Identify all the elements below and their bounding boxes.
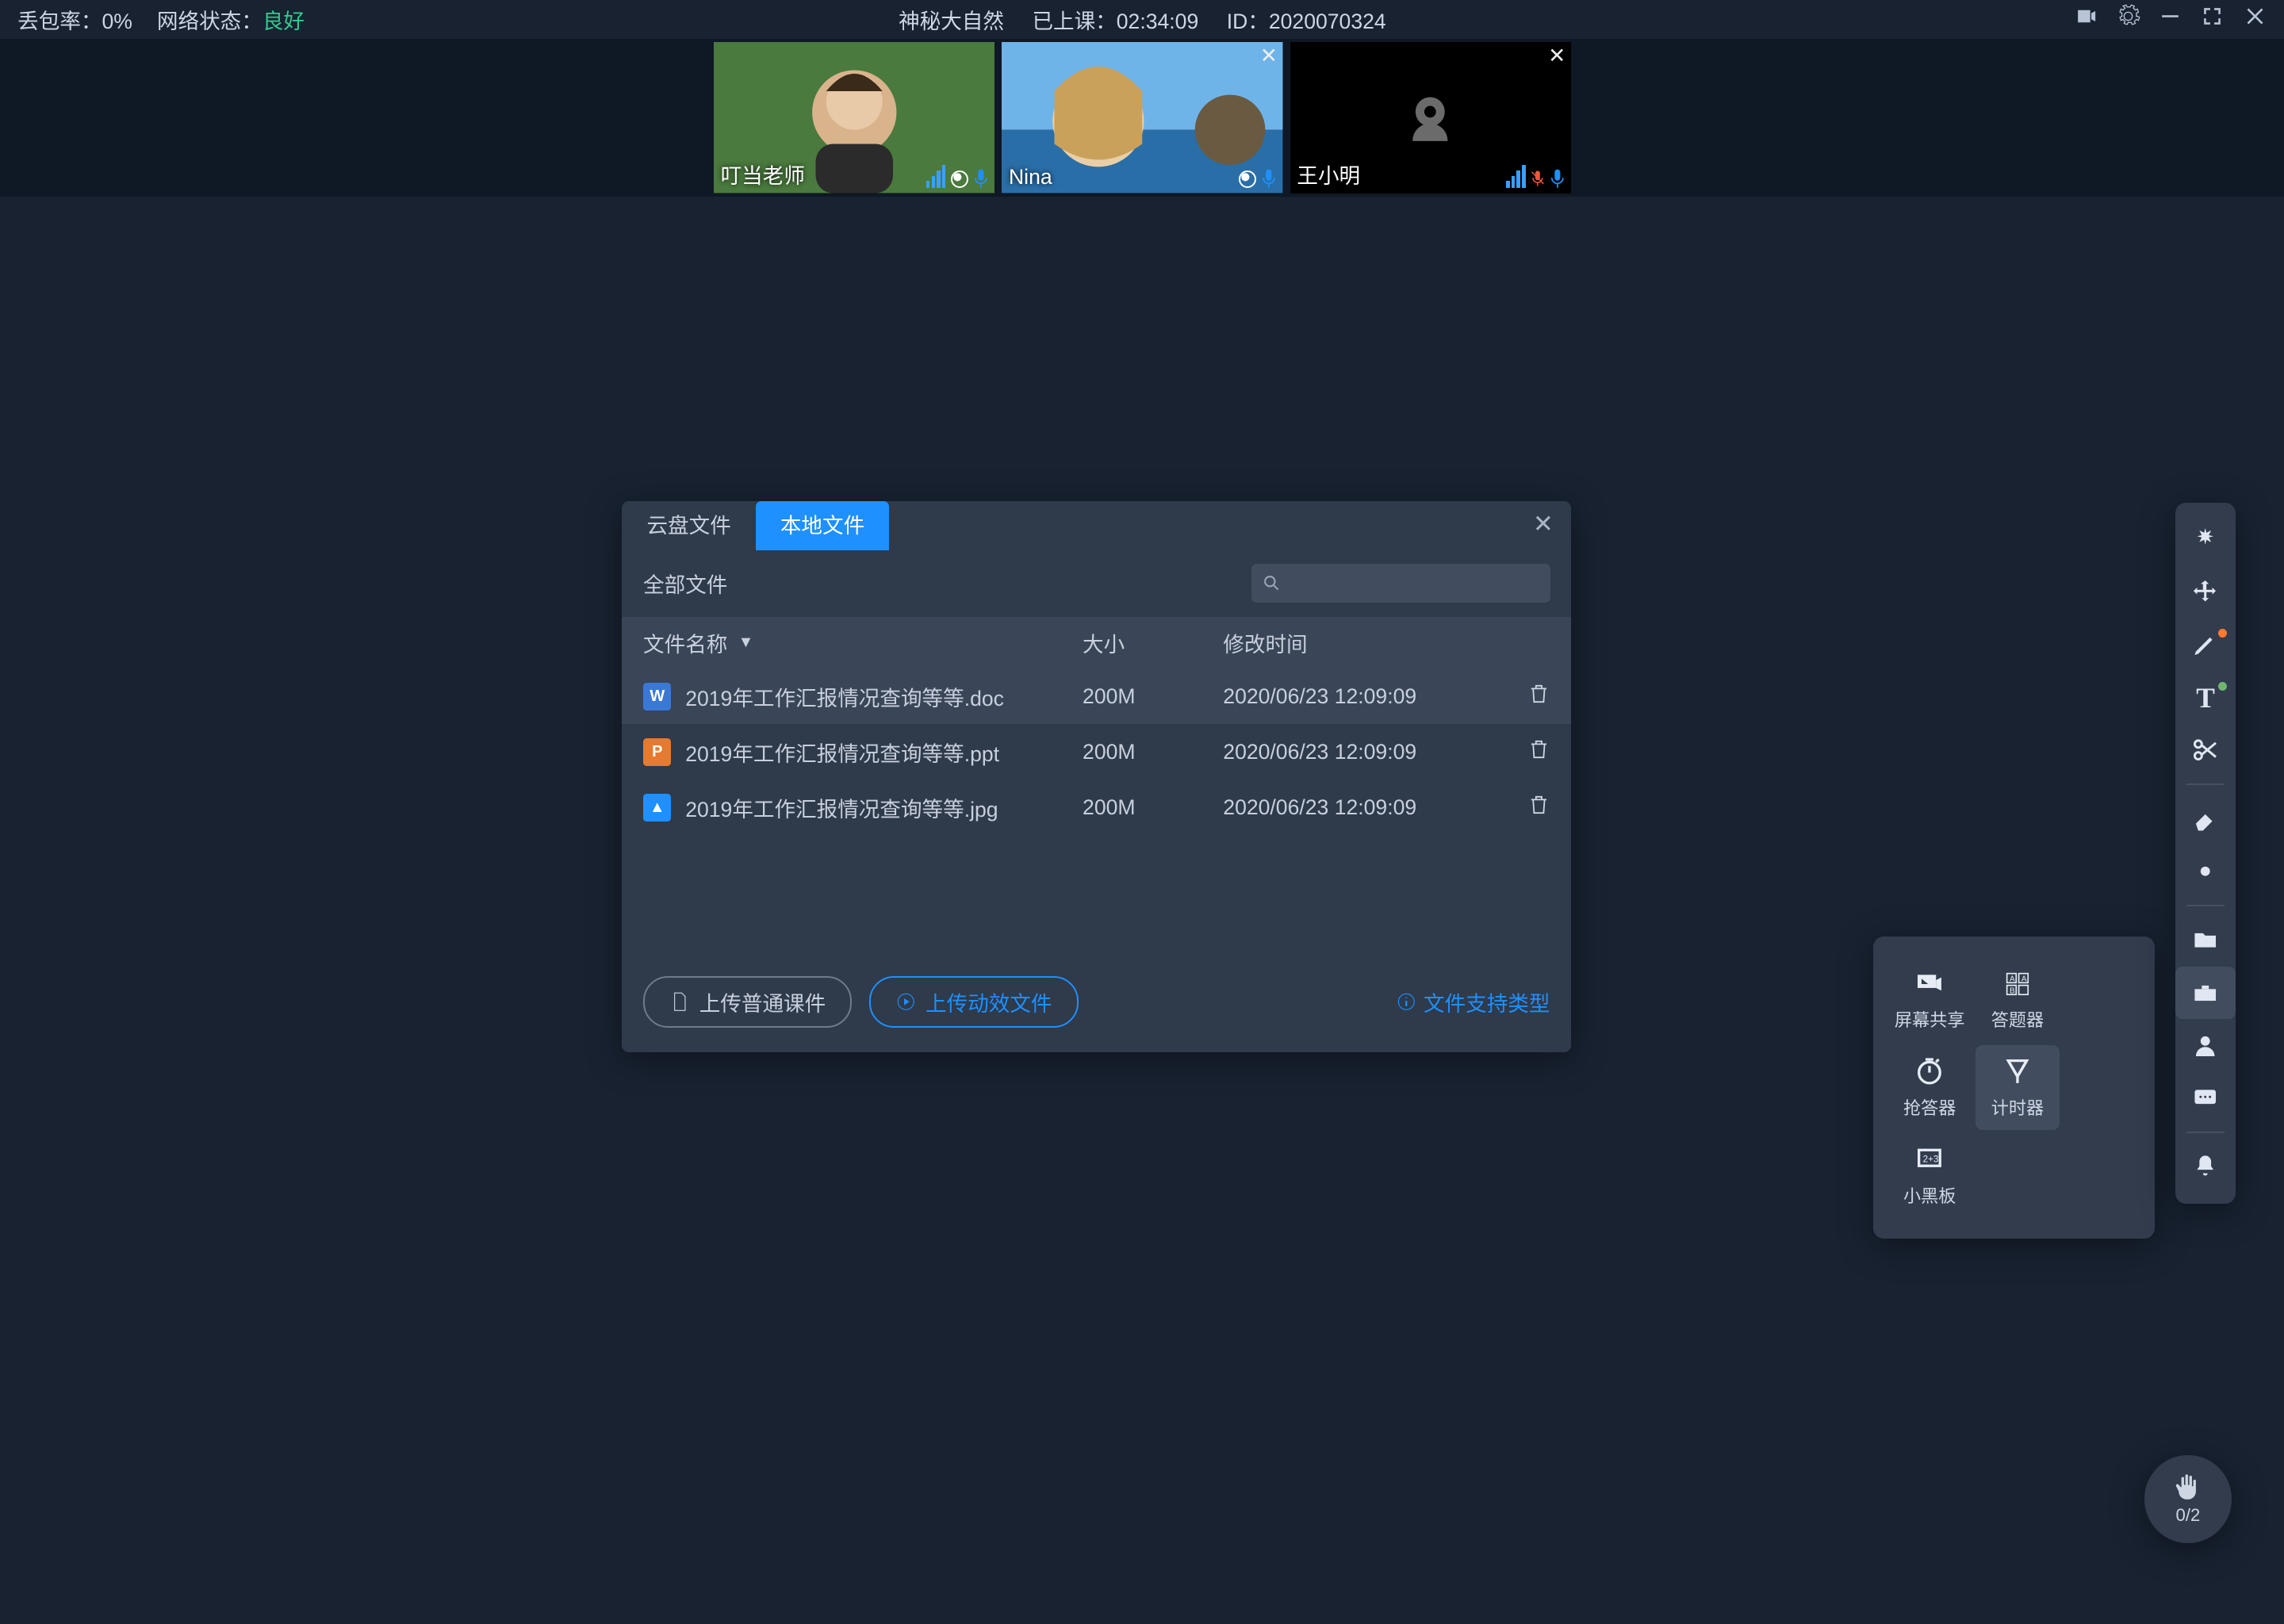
search-input[interactable] [1251,564,1550,603]
raise-hand-button[interactable]: 0/2 [2144,1455,2232,1543]
video-tile[interactable]: 叮当老师 [714,42,995,193]
tool-label: 答题器 [1991,1006,2044,1032]
file-name: 2019年工作汇报情况查询等等.ppt [685,737,999,768]
laser-pointer-icon[interactable] [2175,513,2235,565]
table-row[interactable]: P 2019年工作汇报情况查询等等.ppt 200M2020/06/23 12:09… [622,724,1571,779]
scissors-icon[interactable] [2175,724,2235,776]
tool-小黑板[interactable]: 2+3 小黑板 [1887,1133,1972,1217]
search-icon [1262,573,1282,594]
dialog-close-icon[interactable]: ✕ [1533,510,1554,538]
recording-indicator-icon [1239,170,1256,188]
table-row[interactable]: ▲ 2019年工作汇报情况查询等等.jpg 200M2020/06/23 12:09… [622,779,1571,835]
filetype-icon: W [643,683,671,710]
file-name: 2019年工作汇报情况查询等等.doc [685,681,1004,712]
tools-popup: 屏幕共享 AAB 答题器抢答器 计时器 2+3 小黑板 [1873,936,2155,1239]
folder-icon[interactable] [2175,914,2235,966]
participant-name: Nina [1009,165,1052,190]
fullscreen-icon[interactable] [2200,4,2225,34]
table-row[interactable]: W 2019年工作汇报情况查询等等.doc 200M2020/06/23 12:09… [622,668,1571,724]
text-tool-icon[interactable]: T [2175,671,2235,723]
room-title: 神秘大自然 [899,4,1004,35]
file-mtime: 2020/06/23 12:09:09 [1223,684,1497,709]
tool-label: 屏幕共享 [1895,1006,1965,1032]
table-header: 文件名称▼ 大小 修改时间 [622,617,1571,669]
volume-bars-icon [1506,163,1525,188]
tab-cloud-files[interactable]: 云盘文件 [622,501,755,550]
elapsed-time: 已上课：02:34:09 [1032,4,1198,35]
participant-name: 叮当老师 [721,159,805,190]
mic-icon [1262,167,1276,189]
recording-indicator-icon [951,170,968,188]
delete-icon[interactable] [1497,737,1550,766]
col-name[interactable]: 文件名称▼ [643,627,1083,658]
volume-bars-icon [926,163,945,188]
bell-icon[interactable] [2175,1140,2235,1193]
file-mtime: 2020/06/23 12:09:09 [1223,795,1497,820]
file-size: 200M [1083,740,1223,764]
video-tile[interactable]: ✕ 王小明 [1290,42,1572,193]
file-size: 200M [1083,684,1223,709]
settings-icon[interactable] [2116,4,2140,34]
room-id: ID：2020070324 [1227,4,1386,35]
eraser-icon[interactable] [2175,792,2235,845]
minimize-icon[interactable] [2158,4,2182,34]
col-size[interactable]: 大小 [1083,627,1223,658]
video-strip: 叮当老师 ✕ Nina ✕ 王小明 [0,39,2284,197]
tile-close-icon[interactable]: ✕ [1548,44,1565,68]
play-icon [895,991,917,1013]
tool-label: 小黑板 [1903,1182,1956,1208]
all-files-label: 全部文件 [643,568,727,599]
tool-抢答器[interactable]: 抢答器 [1887,1045,1972,1129]
delete-icon[interactable] [1497,793,1550,822]
svg-text:A: A [2010,975,2015,983]
video-tile[interactable]: ✕ Nina [1002,42,1283,193]
tool-计时器[interactable]: 计时器 [1976,1045,2060,1129]
info-icon [1396,991,1417,1013]
tool-label: 抢答器 [1903,1094,1956,1120]
pen-tool-icon[interactable] [2175,619,2235,671]
tool-label: 计时器 [1991,1094,2044,1120]
file-size: 200M [1083,795,1223,820]
participant-name: 王小明 [1297,159,1360,190]
raise-hand-count: 0/2 [2176,1505,2201,1526]
file-icon [669,991,691,1013]
mic-muted-icon [1531,167,1545,189]
sort-desc-icon: ▼ [738,634,754,652]
tile-close-icon[interactable]: ✕ [1260,44,1278,68]
file-name: 2019年工作汇报情况查询等等.jpg [685,792,998,823]
col-mtime[interactable]: 修改时间 [1223,627,1497,658]
upload-normal-button[interactable]: 上传普通课件 [643,976,852,1028]
filetype-icon: ▲ [643,794,671,822]
user-icon[interactable] [2175,1019,2235,1071]
close-icon[interactable] [2243,4,2267,34]
delete-icon[interactable] [1497,682,1550,710]
tool-答题器[interactable]: AAB 答题器 [1976,958,2060,1042]
hand-icon [2172,1472,2204,1503]
packet-loss: 丢包率：0% [17,4,132,35]
file-mtime: 2020/06/23 12:09:09 [1223,740,1497,764]
move-tool-icon[interactable] [2175,566,2235,619]
network-status: 网络状态：良好 [157,4,305,35]
tool-屏幕共享[interactable]: 屏幕共享 [1887,958,1972,1042]
right-toolbar: T [2175,503,2235,1204]
svg-text:B: B [2010,986,2015,995]
upload-anim-button[interactable]: 上传动效文件 [869,976,1078,1028]
svg-text:A: A [2021,975,2027,983]
mic-icon [974,167,988,189]
toolbox-icon[interactable] [2175,967,2235,1019]
svg-text:2+3: 2+3 [1923,1154,1939,1164]
tab-local-files[interactable]: 本地文件 [756,501,889,550]
camera-toggle-icon[interactable] [2074,4,2098,34]
mic-icon [1550,167,1565,189]
filetype-icon: P [643,738,671,766]
supported-types-link[interactable]: 文件支持类型 [1396,986,1550,1017]
file-dialog: 云盘文件 本地文件 ✕ 全部文件 文件名称▼ 大小 修改时间 W 2019年工作汇… [622,501,1571,1052]
shape-dot-icon[interactable] [2175,845,2235,898]
chat-icon[interactable] [2175,1072,2235,1124]
